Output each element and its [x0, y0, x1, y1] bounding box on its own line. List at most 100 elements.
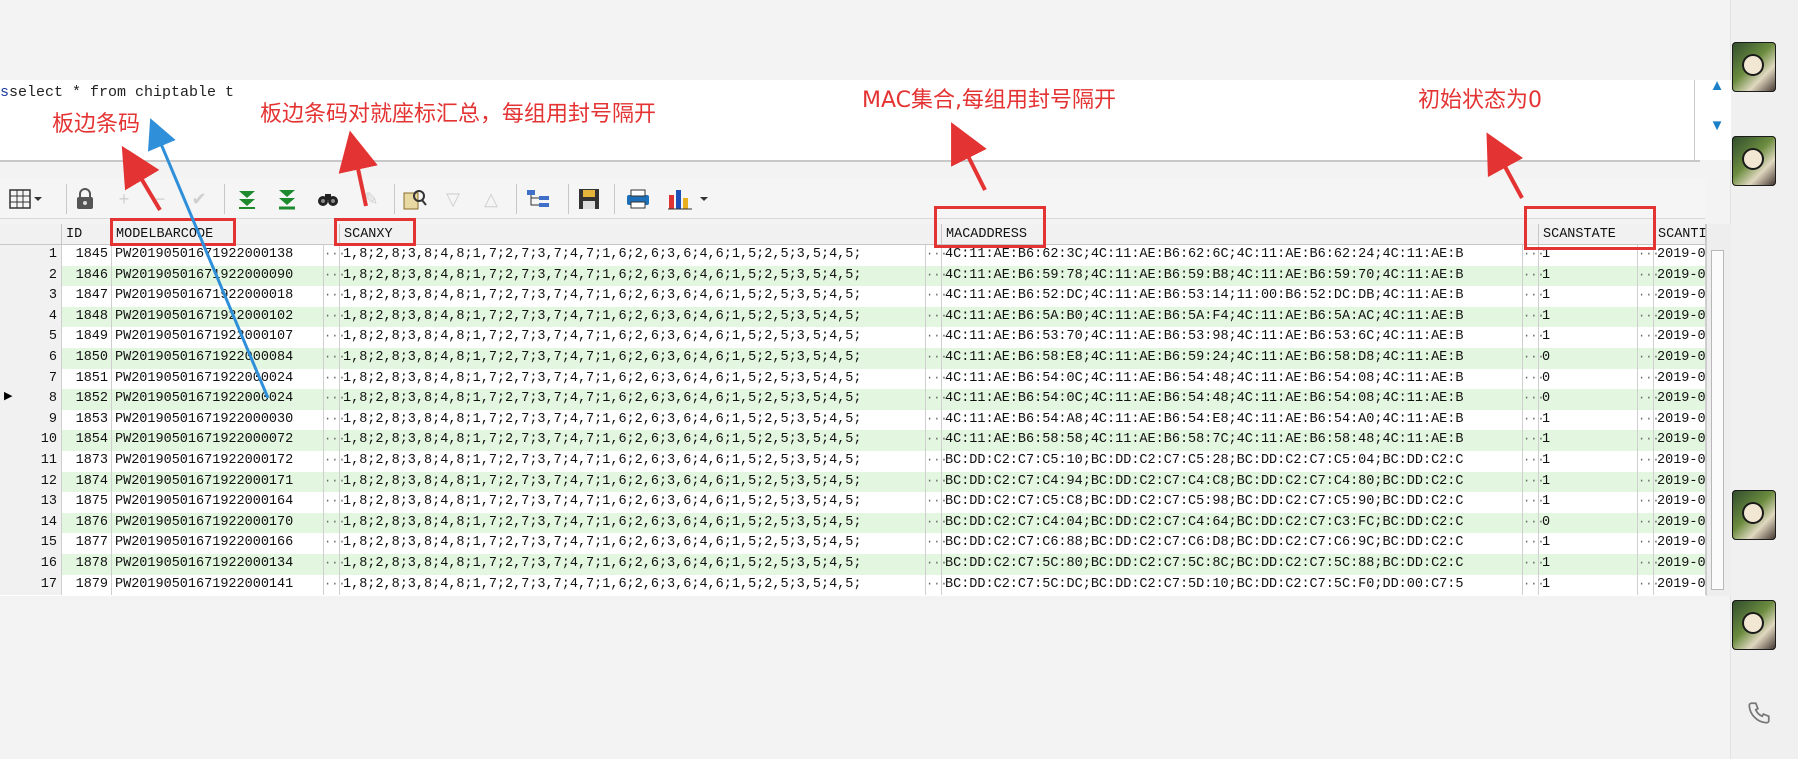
ellipsis-button[interactable]: ··· — [1523, 533, 1545, 554]
cell-scanstate[interactable]: 1 — [1539, 409, 1638, 431]
ellipsis-button[interactable]: ··· — [324, 430, 346, 451]
next-page-icon[interactable] — [234, 186, 260, 212]
cell-modelbarcode[interactable]: PW20190501671922000141 — [112, 574, 324, 596]
cell-modelbarcode[interactable]: PW20190501671922000090 — [112, 265, 324, 287]
ellipsis-button[interactable]: ··· — [926, 368, 948, 390]
ellipsis-button[interactable]: ··· — [1638, 368, 1660, 390]
cell-scanxy[interactable]: 1,8;2,8;3,8;4,8;1,7;2,7;3,7;4,7;1,6;2,6;… — [340, 554, 926, 575]
table-row[interactable]: 14 1876 PW20190501671922000170 ··· 1,8;2,8;3… — [0, 512, 1706, 534]
cell-modelbarcode[interactable]: PW20190501671922000171 — [112, 471, 324, 493]
ellipsis-button[interactable]: ··· — [1523, 471, 1545, 493]
cell-scanxy[interactable]: 1,8;2,8;3,8;4,8;1,7;2,7;3,7;4,7;1,6;2,6;… — [340, 245, 926, 266]
ellipsis-button[interactable]: ··· — [324, 245, 346, 266]
ellipsis-button[interactable]: ··· — [926, 430, 948, 451]
cell-macaddress[interactable]: 4C:11:AE:B6:59:78;4C:11:AE:B6:59:B8;4C:1… — [942, 265, 1523, 287]
cell-scanxy[interactable]: 1,8;2,8;3,8;4,8;1,7;2,7;3,7;4,7;1,6;2,6;… — [340, 306, 926, 328]
cell-scantime[interactable]: 2019-0 — [1654, 471, 1706, 493]
save-icon[interactable] — [574, 186, 604, 212]
table-row[interactable]: 11 1873 PW20190501671922000172 ··· 1,8;2,8;3… — [0, 451, 1706, 472]
query-icon[interactable] — [400, 186, 430, 212]
ellipsis-button[interactable]: ··· — [324, 533, 346, 554]
ellipsis-button[interactable]: ··· — [1523, 389, 1545, 410]
cell-macaddress[interactable]: BC:DD:C2:C7:C5:10;BC:DD:C2:C7:C5:28;BC:D… — [942, 451, 1523, 472]
ellipsis-button[interactable]: ··· — [324, 554, 346, 575]
cell-id[interactable]: 1848 — [62, 306, 112, 328]
cell-scantime[interactable]: 2019-0 — [1654, 348, 1706, 369]
ellipsis-button[interactable]: ··· — [1523, 265, 1545, 287]
cell-id[interactable]: 1846 — [62, 265, 112, 287]
cell-macaddress[interactable]: 4C:11:AE:B6:58:E8;4C:11:AE:B6:59:24;4C:1… — [942, 348, 1523, 369]
cell-scanstate[interactable]: 1 — [1539, 533, 1638, 554]
ellipsis-button[interactable]: ··· — [324, 286, 346, 307]
cell-macaddress[interactable]: 4C:11:AE:B6:58:58;4C:11:AE:B6:58:7C;4C:1… — [942, 430, 1523, 451]
cell-id[interactable]: 1878 — [62, 554, 112, 575]
table-row[interactable]: 15 1877 PW20190501671922000166 ··· 1,8;2,8;3… — [0, 533, 1706, 554]
chart-icon[interactable] — [664, 186, 714, 212]
cell-modelbarcode[interactable]: PW20190501671922000164 — [112, 492, 324, 513]
table-row[interactable]: 12 1874 PW20190501671922000171 ··· 1,8;2,8;3… — [0, 471, 1706, 493]
cell-scanstate[interactable]: 0 — [1539, 368, 1638, 390]
cell-scanstate[interactable]: 1 — [1539, 327, 1638, 348]
ellipsis-button[interactable]: ··· — [1523, 327, 1545, 348]
cell-modelbarcode[interactable]: PW20190501671922000102 — [112, 306, 324, 328]
cell-scanxy[interactable]: 1,8;2,8;3,8;4,8;1,7;2,7;3,7;4,7;1,6;2,6;… — [340, 492, 926, 513]
ellipsis-button[interactable]: ··· — [1523, 492, 1545, 513]
cell-modelbarcode[interactable]: PW20190501671922000107 — [112, 327, 324, 348]
ellipsis-button[interactable]: ··· — [1638, 512, 1660, 534]
cell-macaddress[interactable]: BC:DD:C2:C7:5C:DC;BC:DD:C2:C7:5D:10;BC:D… — [942, 574, 1523, 596]
cell-macaddress[interactable]: 4C:11:AE:B6:5A:B0;4C:11:AE:B6:5A:F4;4C:1… — [942, 306, 1523, 328]
ellipsis-button[interactable]: ··· — [1523, 451, 1545, 472]
table-row[interactable]: 1 1845 PW20190501671922000138 ··· 1,8;2,8;3,… — [0, 245, 1706, 266]
avatar[interactable] — [1732, 136, 1776, 186]
ellipsis-button[interactable]: ··· — [1638, 471, 1660, 493]
table-row[interactable]: 3 1847 PW20190501671922000018 ··· 1,8;2,8;3,… — [0, 286, 1706, 307]
cell-modelbarcode[interactable]: PW20190501671922000072 — [112, 430, 324, 451]
cell-scanstate[interactable]: 1 — [1539, 430, 1638, 451]
cell-scanstate[interactable]: 1 — [1539, 286, 1638, 307]
cell-scantime[interactable]: 2019-0 — [1654, 430, 1706, 451]
ellipsis-button[interactable]: ··· — [926, 348, 948, 369]
ellipsis-button[interactable]: ··· — [324, 348, 346, 369]
ellipsis-button[interactable]: ··· — [926, 554, 948, 575]
cell-macaddress[interactable]: 4C:11:AE:B6:54:0C;4C:11:AE:B6:54:48;4C:1… — [942, 368, 1523, 390]
cell-macaddress[interactable]: 4C:11:AE:B6:54:0C;4C:11:AE:B6:54:48;4C:1… — [942, 389, 1523, 410]
filter-up-icon[interactable]: △ — [478, 186, 504, 212]
cell-scantime[interactable]: 2019-0 — [1654, 409, 1706, 431]
ellipsis-button[interactable]: ··· — [1638, 430, 1660, 451]
ellipsis-button[interactable]: ··· — [1523, 368, 1545, 390]
ellipsis-button[interactable]: ··· — [324, 574, 346, 596]
ellipsis-button[interactable]: ··· — [1638, 327, 1660, 348]
cell-scanxy[interactable]: 1,8;2,8;3,8;4,8;1,7;2,7;3,7;4,7;1,6;2,6;… — [340, 348, 926, 369]
add-icon[interactable]: + — [112, 186, 136, 212]
cell-scanstate[interactable]: 1 — [1539, 554, 1638, 575]
arrow-up-icon[interactable]: ▲ — [1709, 78, 1725, 94]
ellipsis-button[interactable]: ··· — [926, 389, 948, 410]
cell-scantime[interactable]: 2019-0 — [1654, 286, 1706, 307]
ellipsis-button[interactable]: ··· — [926, 245, 948, 266]
cell-id[interactable]: 1845 — [62, 245, 112, 266]
cell-modelbarcode[interactable]: PW20190501671922000018 — [112, 286, 324, 307]
cell-id[interactable]: 1853 — [62, 409, 112, 431]
cell-scanxy[interactable]: 1,8;2,8;3,8;4,8;1,7;2,7;3,7;4,7;1,6;2,6;… — [340, 451, 926, 472]
ellipsis-button[interactable]: ··· — [926, 265, 948, 287]
cell-scantime[interactable]: 2019-0 — [1654, 265, 1706, 287]
cell-scantime[interactable]: 2019-0 — [1654, 574, 1706, 596]
post-icon[interactable]: ✔ — [186, 186, 212, 212]
cell-id[interactable]: 1850 — [62, 348, 112, 369]
table-row[interactable]: 6 1850 PW20190501671922000084 ··· 1,8;2,8;3,… — [0, 348, 1706, 369]
table-row[interactable]: 8 1852 PW20190501671922000024 ··· 1,8;2,8;3,… — [0, 389, 1706, 410]
cell-id[interactable]: 1854 — [62, 430, 112, 451]
cell-scanxy[interactable]: 1,8;2,8;3,8;4,8;1,7;2,7;3,7;4,7;1,6;2,6;… — [340, 265, 926, 287]
ellipsis-button[interactable]: ··· — [1638, 451, 1660, 472]
ellipsis-button[interactable]: ··· — [1523, 512, 1545, 534]
cell-scanxy[interactable]: 1,8;2,8;3,8;4,8;1,7;2,7;3,7;4,7;1,6;2,6;… — [340, 574, 926, 596]
cell-modelbarcode[interactable]: PW20190501671922000170 — [112, 512, 324, 534]
ellipsis-button[interactable]: ··· — [1638, 409, 1660, 431]
ellipsis-button[interactable]: ··· — [324, 451, 346, 472]
cell-scanxy[interactable]: 1,8;2,8;3,8;4,8;1,7;2,7;3,7;4,7;1,6;2,6;… — [340, 409, 926, 431]
ellipsis-button[interactable]: ··· — [1523, 348, 1545, 369]
scrollbar-thumb[interactable] — [1711, 250, 1724, 590]
cell-scanstate[interactable]: 1 — [1539, 574, 1638, 596]
last-page-icon[interactable] — [274, 186, 300, 212]
cell-scanstate[interactable]: 1 — [1539, 265, 1638, 287]
